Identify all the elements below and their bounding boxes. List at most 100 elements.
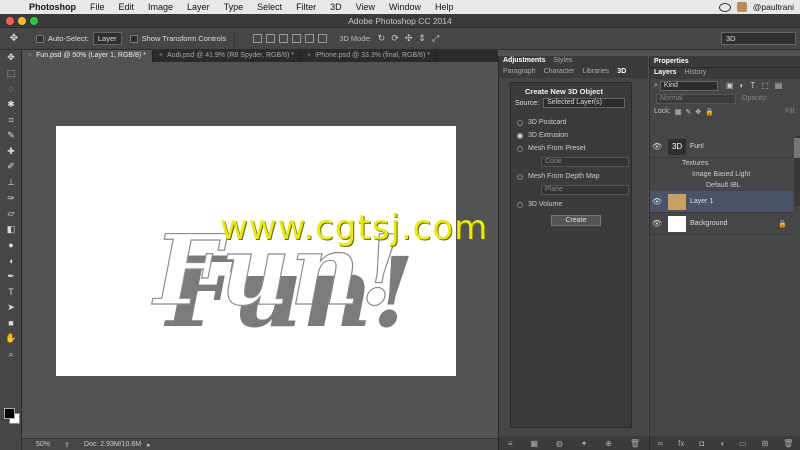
layer-row-layer1[interactable]: 👁 Layer 1 xyxy=(650,191,793,213)
option-mesh-from-depth-map[interactable]: Mesh From Depth Map xyxy=(511,170,631,183)
tab-adjustments[interactable]: Adjustments xyxy=(499,56,549,67)
eye-icon[interactable]: 👁 xyxy=(650,219,664,228)
quick-select-tool-icon[interactable]: ✱ xyxy=(0,97,22,113)
move-tool-icon[interactable]: ✥ xyxy=(0,33,28,44)
kind-dropdown[interactable]: Kind xyxy=(659,80,718,91)
folder-icon[interactable]: ▭ xyxy=(739,439,747,448)
blur-tool-icon[interactable]: ● xyxy=(0,237,22,253)
zoom-tool-icon[interactable]: ⌕ xyxy=(0,346,22,362)
menu-app[interactable]: Photoshop xyxy=(22,2,83,12)
eye-icon[interactable]: 👁 xyxy=(650,197,664,206)
menu-filter[interactable]: Filter xyxy=(289,2,323,12)
scene-icon[interactable]: ≡ xyxy=(508,439,513,448)
lock-brush-icon[interactable]: ✎ xyxy=(685,108,691,116)
gradient-tool-icon[interactable]: ◧ xyxy=(0,222,22,238)
lock-pixels-icon[interactable]: ▦ xyxy=(675,108,682,116)
align-left-icon[interactable] xyxy=(292,34,302,43)
material-icon[interactable]: ◍ xyxy=(556,439,563,448)
document-canvas[interactable]: Fun! Fun! xyxy=(56,126,456,376)
align-middle-icon[interactable] xyxy=(266,34,276,43)
eyedropper-tool-icon[interactable]: ✎ xyxy=(0,128,22,144)
shape-tool-icon[interactable]: ■ xyxy=(0,315,22,331)
type-tool-icon[interactable]: T xyxy=(0,284,22,300)
option-mesh-from-preset[interactable]: Mesh From Preset xyxy=(511,142,631,155)
pen-tool-icon[interactable]: ✒ xyxy=(0,268,22,284)
close-icon[interactable]: × xyxy=(159,52,163,59)
trash-icon[interactable]: 🗑 xyxy=(783,439,793,448)
mesh-icon[interactable]: ▦ xyxy=(530,439,538,448)
foreground-color-swatch[interactable] xyxy=(4,408,15,419)
auto-select-dropdown[interactable]: Layer xyxy=(92,32,122,45)
layer-row-background[interactable]: 👁 Background 🔒 xyxy=(650,213,793,235)
link-icon[interactable]: ∞ xyxy=(657,439,663,448)
light-icon[interactable]: ✦ xyxy=(581,439,588,448)
lasso-tool-icon[interactable]: ◌ xyxy=(0,81,22,97)
mask-icon[interactable]: ◘ xyxy=(699,439,704,448)
orbit-icon[interactable]: ↻ xyxy=(378,33,386,44)
eraser-tool-icon[interactable]: ▱ xyxy=(0,206,22,222)
tab-3d[interactable]: 3D xyxy=(613,67,630,78)
tab-properties[interactable]: Properties xyxy=(650,56,800,68)
auto-select-checkbox[interactable] xyxy=(36,34,44,43)
eye-icon[interactable]: 👁 xyxy=(650,142,664,151)
menu-layer[interactable]: Layer xyxy=(180,2,217,12)
new-layer-icon[interactable]: ⊞ xyxy=(762,439,769,448)
fun-artwork[interactable]: Fun! Fun! xyxy=(56,126,456,376)
filter-adjust-icon[interactable]: ◐ xyxy=(739,81,744,90)
align-center-icon[interactable] xyxy=(305,34,315,43)
radio-icon[interactable] xyxy=(517,201,523,208)
layer-row-fun[interactable]: 👁 3D Fun! xyxy=(650,136,793,158)
sublayer-ibl[interactable]: Image Based Light xyxy=(650,169,793,180)
create-button[interactable]: Create xyxy=(551,215,601,226)
radio-icon[interactable] xyxy=(517,119,523,126)
dodge-tool-icon[interactable]: ◖ xyxy=(0,253,22,269)
new-object-icon[interactable]: ⊕ xyxy=(605,439,612,448)
close-icon[interactable]: × xyxy=(28,52,32,59)
history-brush-icon[interactable]: ✑ xyxy=(0,190,22,206)
user-name[interactable]: @paultrani xyxy=(753,2,794,12)
brush-tool-icon[interactable]: ✐ xyxy=(0,159,22,175)
hand-tool-icon[interactable]: ✋ xyxy=(0,331,22,347)
show-transform-checkbox[interactable] xyxy=(129,34,138,43)
zoom-window-button[interactable] xyxy=(30,17,38,25)
lock-all-icon[interactable]: 🔒 xyxy=(705,108,714,116)
tab-fun[interactable]: × Fun.psd @ 50% (Layer 1, RGB/8) * xyxy=(22,50,153,62)
filter-shape-icon[interactable]: ⬚ xyxy=(761,81,769,90)
tab-styles[interactable]: Styles xyxy=(549,56,576,67)
radio-icon[interactable] xyxy=(517,132,523,139)
scale-icon[interactable]: ⤢ xyxy=(432,33,439,44)
menu-file[interactable]: File xyxy=(83,2,112,12)
radio-icon[interactable] xyxy=(517,173,523,180)
workspace-dropdown[interactable]: 3D xyxy=(721,32,796,45)
marquee-tool-icon[interactable]: ⬚ xyxy=(0,66,22,82)
align-top-icon[interactable] xyxy=(253,34,263,43)
path-select-tool-icon[interactable]: ➤ xyxy=(0,300,22,316)
radio-icon[interactable] xyxy=(517,145,523,152)
option-3d-extrusion[interactable]: 3D Extrusion xyxy=(511,129,631,142)
filter-pixel-icon[interactable]: ▣ xyxy=(726,81,734,90)
adjustment-icon[interactable]: ◑ xyxy=(719,439,724,448)
menu-help[interactable]: Help xyxy=(428,2,461,12)
minimize-window-button[interactable] xyxy=(18,17,26,25)
move-tool-icon[interactable]: ✥ xyxy=(0,50,22,66)
menu-type[interactable]: Type xyxy=(217,2,251,12)
close-window-button[interactable] xyxy=(6,17,14,25)
depth-map-dropdown[interactable]: Plane xyxy=(541,185,629,195)
trash-icon[interactable]: 🗑 xyxy=(630,439,640,448)
healing-tool-icon[interactable]: ✚ xyxy=(0,144,22,160)
share-icon[interactable]: ⇪ xyxy=(64,441,70,449)
tab-paragraph[interactable]: Paragraph xyxy=(499,67,540,78)
filter-smart-icon[interactable]: ▤ xyxy=(775,81,783,90)
align-right-icon[interactable] xyxy=(318,34,328,43)
tab-libraries[interactable]: Libraries xyxy=(578,67,613,78)
crop-tool-icon[interactable]: ⌗ xyxy=(0,112,22,128)
creative-cloud-icon[interactable] xyxy=(718,2,731,12)
menu-view[interactable]: View xyxy=(349,2,382,12)
preset-dropdown[interactable]: Cone xyxy=(541,157,629,167)
tab-history[interactable]: History xyxy=(681,68,711,79)
menu-edit[interactable]: Edit xyxy=(112,2,142,12)
drag-icon[interactable]: ✣ xyxy=(405,33,413,44)
tab-iphone[interactable]: × iPhone.psd @ 33.3% (final, RGB/8) * xyxy=(301,50,437,62)
roll-icon[interactable]: ⟳ xyxy=(391,33,399,44)
avatar[interactable] xyxy=(736,2,747,12)
